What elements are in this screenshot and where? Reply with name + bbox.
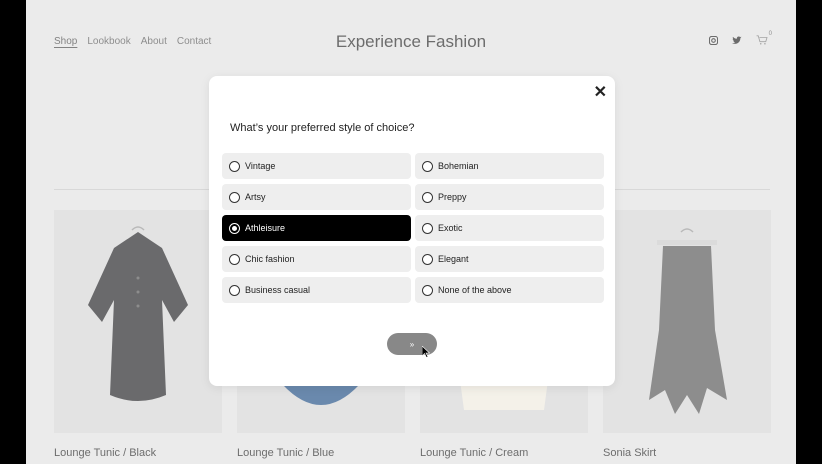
close-icon[interactable]: ✕ [594, 82, 607, 102]
option-exotic[interactable]: Exotic [415, 215, 604, 241]
option-athleisure[interactable]: Athleisure [222, 215, 411, 241]
option-label: Chic fashion [245, 254, 295, 264]
next-arrow-icon: » [409, 339, 415, 349]
option-bohemian[interactable]: Bohemian [415, 153, 604, 179]
option-label: None of the above [438, 285, 512, 295]
option-label: Preppy [438, 192, 467, 202]
option-label: Exotic [438, 223, 463, 233]
option-business-casual[interactable]: Business casual [222, 277, 411, 303]
option-label: Artsy [245, 192, 266, 202]
option-label: Bohemian [438, 161, 479, 171]
radio-icon [422, 160, 433, 172]
option-vintage[interactable]: Vintage [222, 153, 411, 179]
radio-icon [422, 253, 433, 265]
radio-icon [422, 191, 433, 203]
radio-icon [229, 191, 240, 203]
option-preppy[interactable]: Preppy [415, 184, 604, 210]
option-label: Business casual [245, 285, 311, 295]
page: Shop Lookbook About Contact Experience F… [26, 0, 796, 464]
option-artsy[interactable]: Artsy [222, 184, 411, 210]
quiz-question: What’s your preferred style of choice? [230, 122, 415, 134]
option-chic-fashion[interactable]: Chic fashion [222, 246, 411, 272]
style-options: Vintage Bohemian Artsy Preppy Athleisure… [222, 153, 604, 303]
radio-icon [422, 222, 433, 234]
radio-icon [229, 160, 240, 172]
radio-icon [229, 253, 240, 265]
mouse-cursor-icon [422, 346, 430, 358]
option-elegant[interactable]: Elegant [415, 246, 604, 272]
radio-icon [229, 284, 240, 296]
option-label: Vintage [245, 161, 276, 171]
option-label: Elegant [438, 254, 469, 264]
option-label: Athleisure [245, 223, 286, 233]
radio-checked-icon [229, 222, 240, 234]
option-none-of-the-above[interactable]: None of the above [415, 277, 604, 303]
radio-icon [422, 284, 433, 296]
style-quiz-modal: ✕ What’s your preferred style of choice?… [209, 76, 615, 386]
